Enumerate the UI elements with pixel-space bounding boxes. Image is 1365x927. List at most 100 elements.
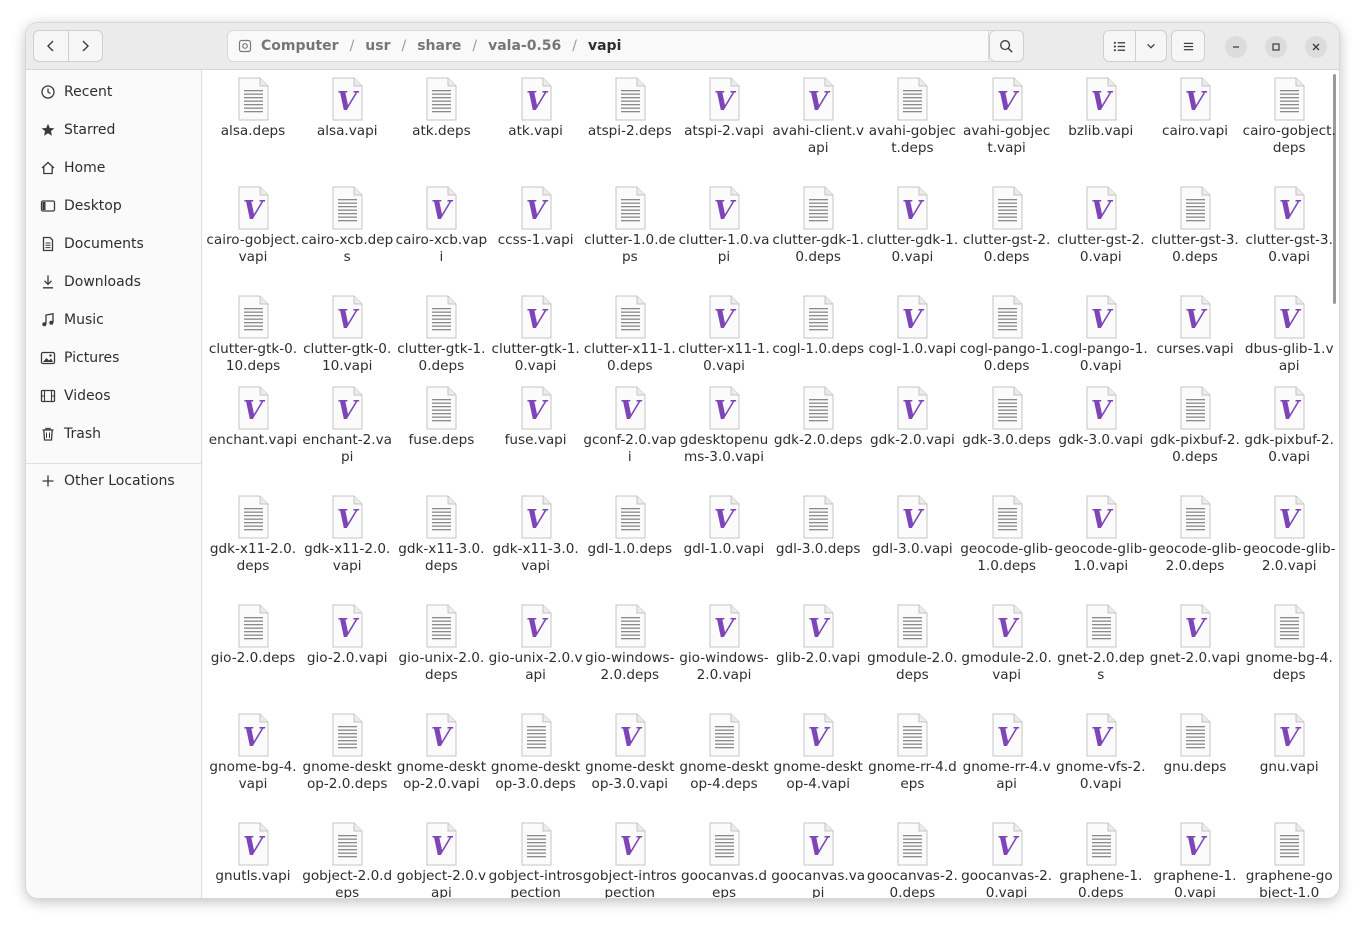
file-item[interactable]: Vgoocanvas.vapi	[771, 821, 865, 898]
sidebar-item-home[interactable]: Home	[26, 153, 201, 183]
file-item[interactable]: Vclutter-gtk-0.10.vapi	[300, 294, 394, 375]
sidebar-item-recent[interactable]: Recent	[26, 77, 201, 107]
file-item[interactable]: cairo-gobject.deps	[1242, 76, 1336, 157]
file-item[interactable]: Vcogl-pango-1.0.vapi	[1054, 294, 1148, 375]
file-item[interactable]: Vgnome-desktop-3.0.vapi	[583, 712, 677, 793]
file-item[interactable]: Vcairo-gobject.vapi	[206, 185, 300, 266]
file-item[interactable]: graphene-gobject-1.0	[1242, 821, 1336, 898]
file-item[interactable]: Vgeocode-glib-2.0.vapi	[1242, 494, 1336, 575]
forward-button[interactable]	[67, 31, 103, 61]
breadcrumb-computer[interactable]: Computer	[259, 38, 341, 54]
list-view-button[interactable]	[1104, 31, 1135, 61]
back-button[interactable]	[34, 31, 68, 61]
file-item[interactable]: gnome-desktop-3.0.deps	[489, 712, 583, 793]
file-item[interactable]: Vglib-2.0.vapi	[771, 603, 865, 667]
main-menu-button[interactable]	[1171, 30, 1205, 62]
file-item[interactable]: gio-unix-2.0.deps	[394, 603, 488, 684]
file-item[interactable]: geocode-glib-1.0.deps	[960, 494, 1054, 575]
sidebar-item-documents[interactable]: Documents	[26, 229, 201, 259]
file-item[interactable]: gdk-3.0.deps	[960, 385, 1054, 449]
file-item[interactable]: Venchant.vapi	[206, 385, 300, 449]
file-item[interactable]: gnu.deps	[1148, 712, 1242, 776]
file-item[interactable]: Vgdk-x11-2.0.vapi	[300, 494, 394, 575]
sidebar-item-desktop[interactable]: Desktop	[26, 191, 201, 221]
file-item[interactable]: Valsa.vapi	[300, 76, 394, 140]
file-item[interactable]: gdk-x11-2.0.deps	[206, 494, 300, 575]
file-item[interactable]: gnome-bg-4.deps	[1242, 603, 1336, 684]
file-item[interactable]: clutter-gtk-1.0.deps	[394, 294, 488, 375]
sidebar-item-starred[interactable]: Starred	[26, 115, 201, 145]
file-item[interactable]: Vavahi-gobject.vapi	[960, 76, 1054, 157]
file-item[interactable]: Vdbus-glib-1.vapi	[1242, 294, 1336, 375]
file-item[interactable]: Vgio-2.0.vapi	[300, 603, 394, 667]
file-item[interactable]: fuse.deps	[394, 385, 488, 449]
file-item[interactable]: goocanvas.deps	[677, 821, 771, 898]
file-item[interactable]: Vgnome-rr-4.vapi	[960, 712, 1054, 793]
file-item[interactable]: Vgnome-desktop-4.vapi	[771, 712, 865, 793]
file-item[interactable]: alsa.deps	[206, 76, 300, 140]
file-item[interactable]: Vgdesktopenums-3.0.vapi	[677, 385, 771, 466]
sidebar-item-videos[interactable]: Videos	[26, 381, 201, 411]
file-item[interactable]: Vclutter-gtk-1.0.vapi	[489, 294, 583, 375]
file-item[interactable]: gdl-1.0.deps	[583, 494, 677, 558]
file-item[interactable]: goocanvas-2.0.deps	[865, 821, 959, 898]
file-item[interactable]: Vbzlib.vapi	[1054, 76, 1148, 140]
file-item[interactable]: gnet-2.0.deps	[1054, 603, 1148, 684]
file-item[interactable]: Vgnet-2.0.vapi	[1148, 603, 1242, 667]
file-item[interactable]: atk.deps	[394, 76, 488, 140]
file-item[interactable]: Vgio-windows-2.0.vapi	[677, 603, 771, 684]
file-item[interactable]: Vgraphene-1.0.vapi	[1148, 821, 1242, 898]
file-item[interactable]: Vatk.vapi	[489, 76, 583, 140]
file-item[interactable]: gnome-desktop-2.0.deps	[300, 712, 394, 793]
file-item[interactable]: Vclutter-gst-3.0.vapi	[1242, 185, 1336, 266]
sidebar-item-downloads[interactable]: Downloads	[26, 267, 201, 297]
file-item[interactable]: Vcurses.vapi	[1148, 294, 1242, 358]
file-item[interactable]: Vgdk-pixbuf-2.0.vapi	[1242, 385, 1336, 466]
sidebar-item-music[interactable]: Music	[26, 305, 201, 335]
file-item[interactable]: Vgobject-introspection	[583, 821, 677, 898]
file-item[interactable]: avahi-gobject.deps	[865, 76, 959, 157]
file-item[interactable]: gnome-desktop-4.deps	[677, 712, 771, 793]
file-item[interactable]: Vclutter-gdk-1.0.vapi	[865, 185, 959, 266]
file-item[interactable]: cogl-pango-1.0.deps	[960, 294, 1054, 375]
file-item[interactable]: gio-windows-2.0.deps	[583, 603, 677, 684]
breadcrumb-share[interactable]: share	[415, 38, 463, 54]
file-item[interactable]: Vavahi-client.vapi	[771, 76, 865, 157]
file-item[interactable]: gdk-x11-3.0.deps	[394, 494, 488, 575]
breadcrumb-usr[interactable]: usr	[363, 38, 392, 54]
file-item[interactable]: Vclutter-x11-1.0.vapi	[677, 294, 771, 375]
sidebar-item-pictures[interactable]: Pictures	[26, 343, 201, 373]
close-button[interactable]	[1305, 36, 1327, 58]
path-bar[interactable]: Computer / usr / share / vala-0.56 / vap…	[227, 30, 1023, 62]
file-item[interactable]: gnome-rr-4.deps	[865, 712, 959, 793]
file-item[interactable]: Vgdl-3.0.vapi	[865, 494, 959, 558]
file-item[interactable]: cogl-1.0.deps	[771, 294, 865, 358]
file-item[interactable]: Vgobject-2.0.vapi	[394, 821, 488, 898]
file-item[interactable]: cairo-xcb.deps	[300, 185, 394, 266]
file-item[interactable]: Vgnome-desktop-2.0.vapi	[394, 712, 488, 793]
file-item[interactable]: Vfuse.vapi	[489, 385, 583, 449]
file-item[interactable]: Vcairo-xcb.vapi	[394, 185, 488, 266]
file-item[interactable]: graphene-1.0.deps	[1054, 821, 1148, 898]
breadcrumb-vala[interactable]: vala-0.56	[486, 38, 563, 54]
file-item[interactable]: Vclutter-1.0.vapi	[677, 185, 771, 266]
file-item[interactable]: gobject-introspection	[489, 821, 583, 898]
file-item[interactable]: clutter-gtk-0.10.deps	[206, 294, 300, 375]
breadcrumb-current[interactable]: vapi	[586, 38, 623, 54]
file-item[interactable]: Vccss-1.vapi	[489, 185, 583, 249]
sidebar-item-other-locations[interactable]: Other Locations	[26, 466, 201, 496]
file-item[interactable]: gdk-2.0.deps	[771, 385, 865, 449]
file-item[interactable]: Vgio-unix-2.0.vapi	[489, 603, 583, 684]
file-item[interactable]: Vgoocanvas-2.0.vapi	[960, 821, 1054, 898]
file-item[interactable]: gio-2.0.deps	[206, 603, 300, 667]
file-item[interactable]: Vgnome-bg-4.vapi	[206, 712, 300, 793]
file-item[interactable]: clutter-1.0.deps	[583, 185, 677, 266]
file-item[interactable]: Vgnutls.vapi	[206, 821, 300, 885]
file-item[interactable]: geocode-glib-2.0.deps	[1148, 494, 1242, 575]
file-item[interactable]: Vcairo.vapi	[1148, 76, 1242, 140]
file-item[interactable]: gdk-pixbuf-2.0.deps	[1148, 385, 1242, 466]
file-item[interactable]: clutter-gdk-1.0.deps	[771, 185, 865, 266]
file-item[interactable]: clutter-gst-3.0.deps	[1148, 185, 1242, 266]
file-item[interactable]: Vgdk-2.0.vapi	[865, 385, 959, 449]
file-item[interactable]: Vgdl-1.0.vapi	[677, 494, 771, 558]
